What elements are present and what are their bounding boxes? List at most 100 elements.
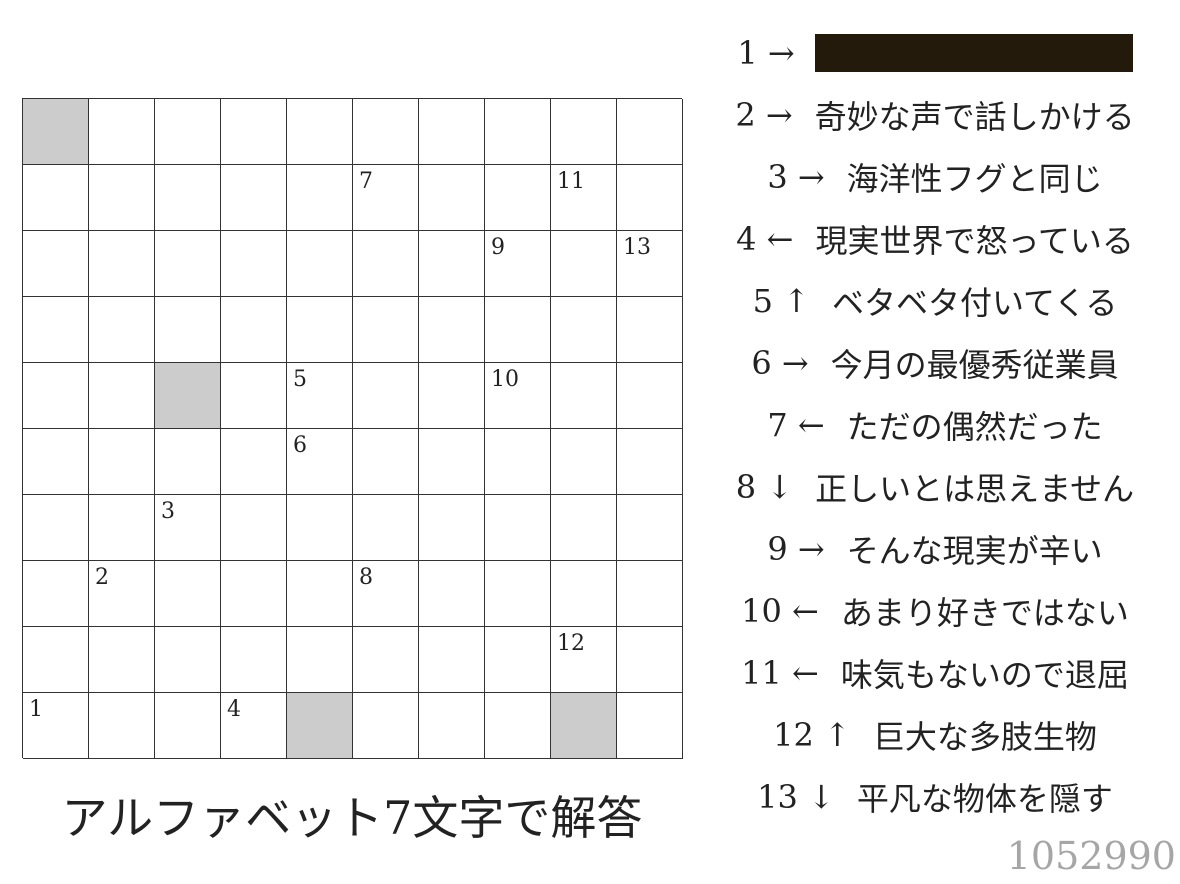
grid-cell[interactable]: [353, 693, 419, 759]
grid-cell[interactable]: [23, 429, 89, 495]
grid-cell[interactable]: [23, 561, 89, 627]
grid-cell[interactable]: [23, 627, 89, 693]
grid-cell[interactable]: [155, 693, 221, 759]
grid-cell[interactable]: [221, 627, 287, 693]
grid-cell[interactable]: [419, 99, 485, 165]
grid-cell[interactable]: [353, 363, 419, 429]
grid-cell[interactable]: [485, 495, 551, 561]
grid-cell[interactable]: [89, 363, 155, 429]
grid-cell[interactable]: [485, 297, 551, 363]
grid-cell[interactable]: [485, 99, 551, 165]
grid-cell[interactable]: [353, 99, 419, 165]
grid-cell[interactable]: [155, 627, 221, 693]
grid-cell[interactable]: [551, 297, 617, 363]
grid-cell[interactable]: 13: [617, 231, 683, 297]
grid-cell[interactable]: [89, 495, 155, 561]
grid-cell[interactable]: [485, 627, 551, 693]
grid-cell[interactable]: [551, 99, 617, 165]
grid-cell[interactable]: [221, 561, 287, 627]
grid-cell[interactable]: 8: [353, 561, 419, 627]
grid-cell[interactable]: [23, 363, 89, 429]
cell-number: 9: [491, 235, 505, 260]
grid-cell[interactable]: [617, 627, 683, 693]
grid-cell[interactable]: [419, 561, 485, 627]
grid-cell[interactable]: [89, 297, 155, 363]
grid-cell[interactable]: [155, 99, 221, 165]
grid-cell[interactable]: [221, 429, 287, 495]
grid-cell[interactable]: [23, 495, 89, 561]
grid-cell[interactable]: [155, 231, 221, 297]
grid-cell[interactable]: 1: [23, 693, 89, 759]
grid-cell[interactable]: 5: [287, 363, 353, 429]
grid-cell[interactable]: 2: [89, 561, 155, 627]
grid-cell[interactable]: [287, 627, 353, 693]
grid-cell[interactable]: [89, 165, 155, 231]
grid-cell[interactable]: [155, 165, 221, 231]
grid-cell[interactable]: [485, 561, 551, 627]
grid-cell[interactable]: [617, 165, 683, 231]
grid-cell[interactable]: 11: [551, 165, 617, 231]
grid-cell[interactable]: [221, 231, 287, 297]
grid-cell[interactable]: [353, 495, 419, 561]
grid-cell[interactable]: [353, 297, 419, 363]
grid-cell[interactable]: [89, 693, 155, 759]
grid-cell[interactable]: [617, 495, 683, 561]
grid-cell[interactable]: [287, 495, 353, 561]
grid-cell[interactable]: 10: [485, 363, 551, 429]
clue-label: 5 ↑: [752, 282, 810, 320]
grid-cell[interactable]: [485, 165, 551, 231]
grid-cell[interactable]: [221, 99, 287, 165]
grid-cell[interactable]: [221, 363, 287, 429]
grid-cell[interactable]: [419, 627, 485, 693]
grid-cell[interactable]: [155, 297, 221, 363]
clue-item: 8 ↓ 正しいとは思えません: [690, 456, 1180, 518]
grid-cell[interactable]: [617, 561, 683, 627]
clue-label: 2 →: [735, 96, 793, 134]
grid-cell[interactable]: 3: [155, 495, 221, 561]
grid-cell[interactable]: [221, 297, 287, 363]
grid-cell[interactable]: [617, 297, 683, 363]
grid-cell[interactable]: [353, 627, 419, 693]
grid-cell[interactable]: [551, 363, 617, 429]
grid-cell[interactable]: [89, 429, 155, 495]
grid-cell[interactable]: 4: [221, 693, 287, 759]
grid-cell[interactable]: [353, 429, 419, 495]
grid-cell[interactable]: [617, 693, 683, 759]
grid-cell[interactable]: [23, 165, 89, 231]
grid-cell[interactable]: [89, 231, 155, 297]
grid-cell[interactable]: [287, 297, 353, 363]
grid-cell[interactable]: [419, 363, 485, 429]
grid-cell[interactable]: [221, 495, 287, 561]
grid-cell[interactable]: [287, 165, 353, 231]
grid-cell[interactable]: [155, 561, 221, 627]
grid-cell[interactable]: [155, 429, 221, 495]
grid-cell[interactable]: [23, 231, 89, 297]
grid-cell[interactable]: [89, 99, 155, 165]
grid-cell[interactable]: [551, 429, 617, 495]
grid-cell[interactable]: [551, 231, 617, 297]
grid-cell[interactable]: [551, 561, 617, 627]
grid-cell[interactable]: [287, 561, 353, 627]
grid-cell[interactable]: [551, 495, 617, 561]
grid-cell[interactable]: [617, 99, 683, 165]
grid-cell[interactable]: [419, 231, 485, 297]
grid-cell[interactable]: [89, 627, 155, 693]
grid-cell[interactable]: [419, 693, 485, 759]
grid-cell[interactable]: [617, 429, 683, 495]
grid-cell[interactable]: [419, 495, 485, 561]
grid-cell[interactable]: [221, 165, 287, 231]
grid-cell[interactable]: 7: [353, 165, 419, 231]
grid-cell[interactable]: 6: [287, 429, 353, 495]
grid-cell[interactable]: 9: [485, 231, 551, 297]
grid-cell[interactable]: [287, 231, 353, 297]
grid-cell[interactable]: [485, 429, 551, 495]
grid-cell[interactable]: [419, 297, 485, 363]
grid-cell[interactable]: [419, 165, 485, 231]
grid-cell[interactable]: [287, 99, 353, 165]
grid-cell[interactable]: [419, 429, 485, 495]
grid-cell[interactable]: [353, 231, 419, 297]
grid-cell[interactable]: [617, 363, 683, 429]
grid-cell[interactable]: [485, 693, 551, 759]
grid-cell[interactable]: [23, 297, 89, 363]
grid-cell[interactable]: 12: [551, 627, 617, 693]
